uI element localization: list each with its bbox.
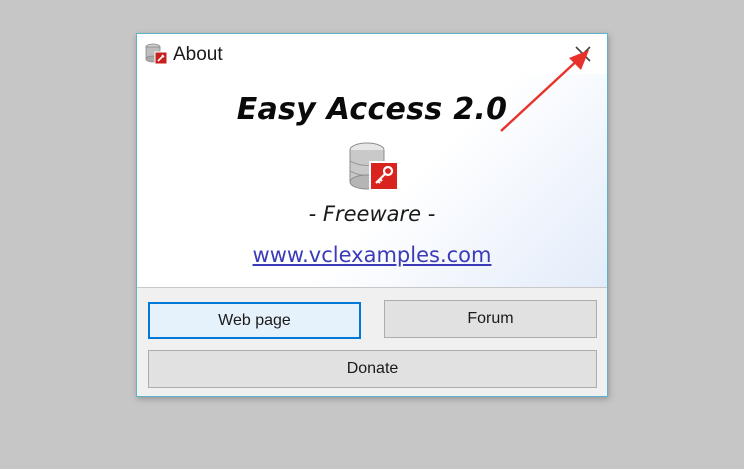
close-icon (575, 46, 591, 62)
license-text: - Freeware - (308, 202, 436, 226)
donate-button[interactable]: Donate (148, 350, 597, 388)
website-link[interactable]: www.vclexamples.com (137, 243, 607, 267)
close-button[interactable] (563, 38, 603, 70)
window-title: About (173, 44, 223, 65)
forum-button[interactable]: Forum (384, 300, 597, 338)
database-key-icon (349, 142, 399, 191)
about-dialog: About Easy Access 2.0 - Freeware - www.v… (136, 33, 608, 397)
app-name: Easy Access 2.0 (236, 92, 508, 127)
app-icon (145, 43, 168, 65)
web-page-button[interactable]: Web page (148, 302, 361, 339)
title-bar[interactable]: About (137, 34, 607, 74)
about-content: Easy Access 2.0 - Freeware - www.vclexam… (137, 74, 607, 288)
